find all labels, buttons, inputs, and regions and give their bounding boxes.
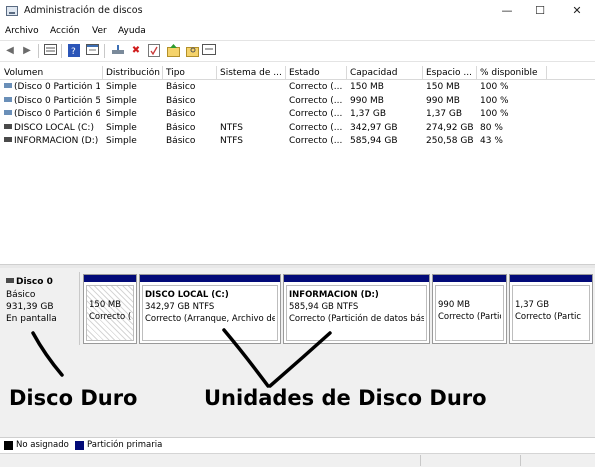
annotation-line-c [222,328,270,388]
annotation-disco-duro: Disco Duro [9,386,138,410]
legend-swatch-unallocated [4,441,13,450]
legend-label-unallocated: No asignado [16,440,69,450]
legend-label-primary: Partición primaria [87,440,163,450]
annotation-unidades: Unidades de Disco Duro [204,386,487,410]
legend-swatch-primary [75,441,84,450]
status-bar [0,453,595,467]
annotation-line-disk [31,331,64,377]
status-separator [420,455,421,466]
annotation-line-d [268,331,332,388]
status-separator [520,455,521,466]
